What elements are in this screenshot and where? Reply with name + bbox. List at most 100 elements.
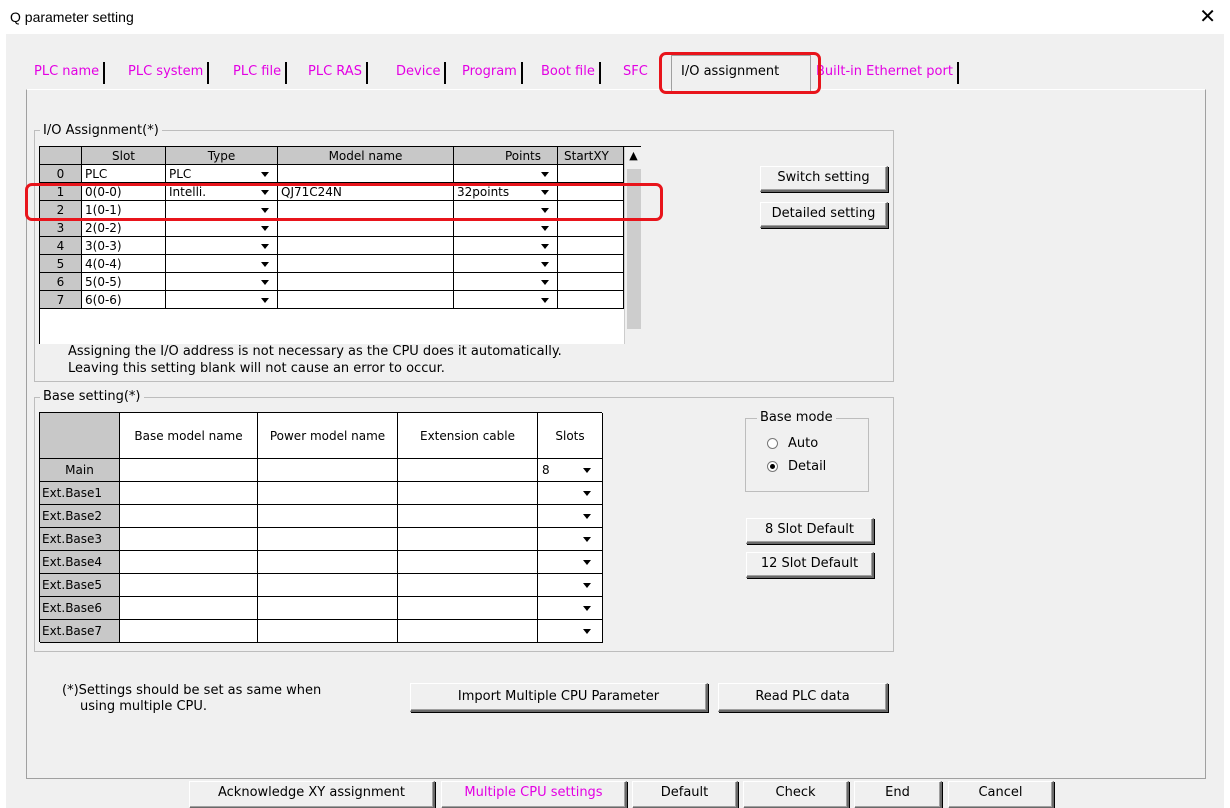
extension-cable-cell[interactable]: [398, 459, 538, 482]
base-model-cell[interactable]: [120, 574, 258, 597]
row-highlight: [25, 183, 663, 221]
model-name-cell[interactable]: [278, 291, 454, 309]
chevron-down-icon[interactable]: [261, 244, 269, 249]
power-model-cell[interactable]: [258, 482, 398, 505]
tab-plc-ras[interactable]: PLC RAS: [308, 62, 368, 84]
switch-setting-button[interactable]: Switch setting: [760, 166, 888, 192]
chevron-down-icon[interactable]: [583, 629, 591, 634]
base-model-cell[interactable]: [120, 551, 258, 574]
tab-device[interactable]: Device: [396, 62, 447, 84]
power-model-cell[interactable]: [258, 459, 398, 482]
cancel-button[interactable]: Cancel: [948, 781, 1054, 808]
slot-cell: 2(0-2): [82, 219, 166, 237]
acknowledge-xy-button[interactable]: Acknowledge XY assignment: [189, 781, 435, 808]
chevron-down-icon[interactable]: [541, 262, 549, 267]
extension-cable-cell[interactable]: [398, 620, 538, 643]
tab-plc-file[interactable]: PLC file: [233, 62, 288, 84]
tab-boot-file[interactable]: Boot file: [541, 62, 601, 84]
power-model-cell[interactable]: [258, 505, 398, 528]
startxy-cell[interactable]: [558, 255, 624, 273]
slot8-default-button[interactable]: 8 Slot Default: [746, 518, 874, 544]
base-mode-detail-radio[interactable]: [767, 461, 778, 472]
slot12-default-button[interactable]: 12 Slot Default: [746, 552, 874, 578]
slots-dropdown[interactable]: [538, 528, 603, 551]
tab-sfc[interactable]: SFC: [623, 62, 648, 84]
chevron-down-icon[interactable]: [583, 491, 591, 496]
startxy-cell[interactable]: [558, 219, 624, 237]
tab-plc-system[interactable]: PLC system: [128, 62, 210, 84]
chevron-down-icon[interactable]: [541, 244, 549, 249]
scroll-up-icon[interactable]: ▲: [625, 147, 641, 165]
chevron-down-icon[interactable]: [541, 226, 549, 231]
chevron-down-icon[interactable]: [583, 560, 591, 565]
slots-dropdown[interactable]: [538, 574, 603, 597]
base-mode-auto-label[interactable]: Auto: [788, 436, 818, 452]
startxy-cell[interactable]: [558, 291, 624, 309]
base-setting-group-label: Base setting(*): [40, 390, 144, 404]
chevron-down-icon[interactable]: [583, 583, 591, 588]
detailed-setting-button[interactable]: Detailed setting: [760, 202, 888, 228]
extension-cable-cell[interactable]: [398, 597, 538, 620]
power-model-cell[interactable]: [258, 551, 398, 574]
chevron-down-icon[interactable]: [541, 172, 549, 177]
slots-dropdown[interactable]: [538, 597, 603, 620]
extension-cable-cell[interactable]: [398, 528, 538, 551]
chevron-down-icon[interactable]: [261, 172, 269, 177]
base-model-cell[interactable]: [120, 482, 258, 505]
io-table-scrollbar[interactable]: ▲: [624, 147, 641, 344]
model-name-cell[interactable]: [278, 165, 454, 183]
slots-dropdown[interactable]: 8: [538, 459, 603, 482]
base-model-cell[interactable]: [120, 459, 258, 482]
chevron-down-icon[interactable]: [541, 280, 549, 285]
default-button[interactable]: Default: [632, 781, 738, 808]
base-model-cell[interactable]: [120, 505, 258, 528]
slots-dropdown[interactable]: [538, 505, 603, 528]
model-name-cell[interactable]: [278, 237, 454, 255]
extension-cable-cell[interactable]: [398, 505, 538, 528]
slots-dropdown[interactable]: [538, 482, 603, 505]
col-header-base-model: Base model name: [120, 413, 258, 459]
startxy-cell[interactable]: [558, 165, 624, 183]
chevron-down-icon[interactable]: [583, 514, 591, 519]
chevron-down-icon[interactable]: [261, 298, 269, 303]
model-name-cell[interactable]: [278, 273, 454, 291]
slots-dropdown[interactable]: [538, 551, 603, 574]
base-mode-auto-radio[interactable]: [767, 438, 778, 449]
base-model-cell[interactable]: [120, 597, 258, 620]
chevron-down-icon[interactable]: [261, 226, 269, 231]
io-note-line2: Leaving this setting blank will not caus…: [68, 361, 445, 376]
tab-builtin-ethernet[interactable]: Built-in Ethernet port: [816, 62, 959, 84]
startxy-cell[interactable]: [558, 273, 624, 291]
extension-cable-cell[interactable]: [398, 574, 538, 597]
power-model-cell[interactable]: [258, 620, 398, 643]
model-name-cell[interactable]: [278, 219, 454, 237]
slots-dropdown[interactable]: [538, 620, 603, 643]
col-header-power-model: Power model name: [258, 413, 398, 459]
tab-plc-name[interactable]: PLC name: [34, 62, 106, 84]
power-model-cell[interactable]: [258, 574, 398, 597]
chevron-down-icon[interactable]: [541, 298, 549, 303]
chevron-down-icon[interactable]: [261, 280, 269, 285]
tab-program[interactable]: Program: [462, 62, 523, 84]
multiple-cpu-settings-button[interactable]: Multiple CPU settings: [441, 781, 627, 808]
base-model-cell[interactable]: [120, 620, 258, 643]
chevron-down-icon[interactable]: [261, 262, 269, 267]
extension-cable-cell[interactable]: [398, 551, 538, 574]
base-table-corner: [40, 413, 120, 459]
model-name-cell[interactable]: [278, 255, 454, 273]
base-mode-detail-label[interactable]: Detail: [788, 459, 826, 475]
read-plc-data-button[interactable]: Read PLC data: [718, 683, 888, 712]
import-multi-cpu-button[interactable]: Import Multiple CPU Parameter: [410, 683, 708, 712]
end-button[interactable]: End: [854, 781, 942, 808]
close-icon[interactable]: ✕: [1199, 4, 1216, 28]
startxy-cell[interactable]: [558, 237, 624, 255]
power-model-cell[interactable]: [258, 528, 398, 551]
base-row-label: Ext.Base7: [40, 620, 120, 643]
power-model-cell[interactable]: [258, 597, 398, 620]
chevron-down-icon[interactable]: [583, 468, 591, 473]
chevron-down-icon[interactable]: [583, 537, 591, 542]
chevron-down-icon[interactable]: [583, 606, 591, 611]
check-button[interactable]: Check: [743, 781, 849, 808]
extension-cable-cell[interactable]: [398, 482, 538, 505]
base-model-cell[interactable]: [120, 528, 258, 551]
